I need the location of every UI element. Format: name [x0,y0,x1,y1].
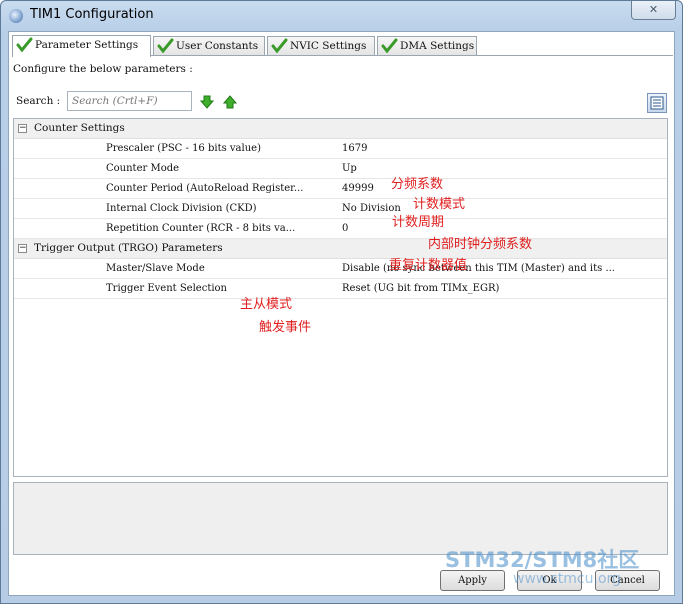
close-button[interactable]: ✕ [631,1,676,20]
parameter-table: − Counter Settings Prescaler (PSC - 16 b… [13,118,668,477]
watermark-logo: STM32/STM8社区 [445,548,640,572]
param-name: Counter Period (AutoReload Register... [106,183,304,194]
configure-label: Configure the below parameters : [13,63,193,75]
param-name: Counter Mode [106,163,180,174]
app-icon [9,9,23,23]
param-value[interactable]: 1679 [342,143,667,154]
watermark-url: www.stmcu.org [513,571,621,587]
search-label: Search : [16,95,61,107]
tab-dma-settings[interactable]: DMA Settings [377,36,477,56]
tab-label: Parameter Settings [35,39,139,51]
param-row-trigger-event[interactable]: Trigger Event Selection Reset (UG bit fr… [14,279,667,299]
tab-user-constants[interactable]: User Constants [153,36,265,56]
arrow-down-icon[interactable] [200,95,214,109]
collapse-icon[interactable]: − [18,124,27,133]
annotation-counter-period: 计数周期 [392,215,445,230]
annotation-trigger-event: 触发事件 [259,320,312,335]
group-row-trigger-output[interactable]: − Trigger Output (TRGO) Parameters [14,239,667,259]
tab-label: NVIC Settings [290,40,367,52]
group-label: Counter Settings [34,122,125,134]
annotation-clock-division: 内部时钟分频系数 [428,237,533,252]
title-bar[interactable]: TIM1 Configuration ✕ [1,1,682,31]
dialog-content: Parameter Settings User Constants NVIC S… [8,31,675,596]
list-view-icon [650,96,664,110]
check-icon [381,38,398,54]
param-row-master-slave-mode[interactable]: Master/Slave Mode Disable (no sync betwe… [14,259,667,279]
param-value[interactable]: No Division [342,203,667,214]
group-row-counter-settings[interactable]: − Counter Settings [14,119,667,139]
param-row-clock-division[interactable]: Internal Clock Division (CKD) No Divisio… [14,199,667,219]
param-name: Master/Slave Mode [106,263,205,274]
param-name: Prescaler (PSC - 16 bits value) [106,143,261,154]
window-title: TIM1 Configuration [30,7,154,22]
annotation-repetition-counter: 重复计数器值 [389,258,468,273]
collapse-icon[interactable]: − [18,244,27,253]
check-icon [157,38,174,54]
group-label: Trigger Output (TRGO) Parameters [34,242,223,254]
check-icon [271,38,288,54]
param-row-repetition-counter[interactable]: Repetition Counter (RCR - 8 bits va... 0 [14,219,667,239]
tab-label: User Constants [176,40,259,52]
param-name: Trigger Event Selection [106,283,227,294]
param-row-counter-period[interactable]: Counter Period (AutoReload Register... 4… [14,179,667,199]
annotation-master-slave: 主从模式 [240,297,293,312]
tab-parameter-settings[interactable]: Parameter Settings [12,35,151,57]
annotation-counter-mode: 计数模式 [413,197,466,212]
annotation-prescaler: 分频系数 [391,177,444,192]
param-row-counter-mode[interactable]: Counter Mode Up [14,159,667,179]
param-name: Internal Clock Division (CKD) [106,203,257,214]
arrow-up-icon[interactable] [223,95,237,109]
tab-label: DMA Settings [400,40,475,52]
check-icon [16,37,33,53]
tab-nvic-settings[interactable]: NVIC Settings [267,36,375,56]
dialog-window: TIM1 Configuration ✕ Parameter Settings … [0,0,683,604]
list-view-toggle[interactable] [647,93,667,113]
param-name: Repetition Counter (RCR - 8 bits va... [106,223,296,234]
param-value[interactable]: Reset (UG bit from TIMx_EGR) [342,283,667,294]
search-input[interactable] [67,91,192,111]
param-row-prescaler[interactable]: Prescaler (PSC - 16 bits value) 1679 [14,139,667,159]
